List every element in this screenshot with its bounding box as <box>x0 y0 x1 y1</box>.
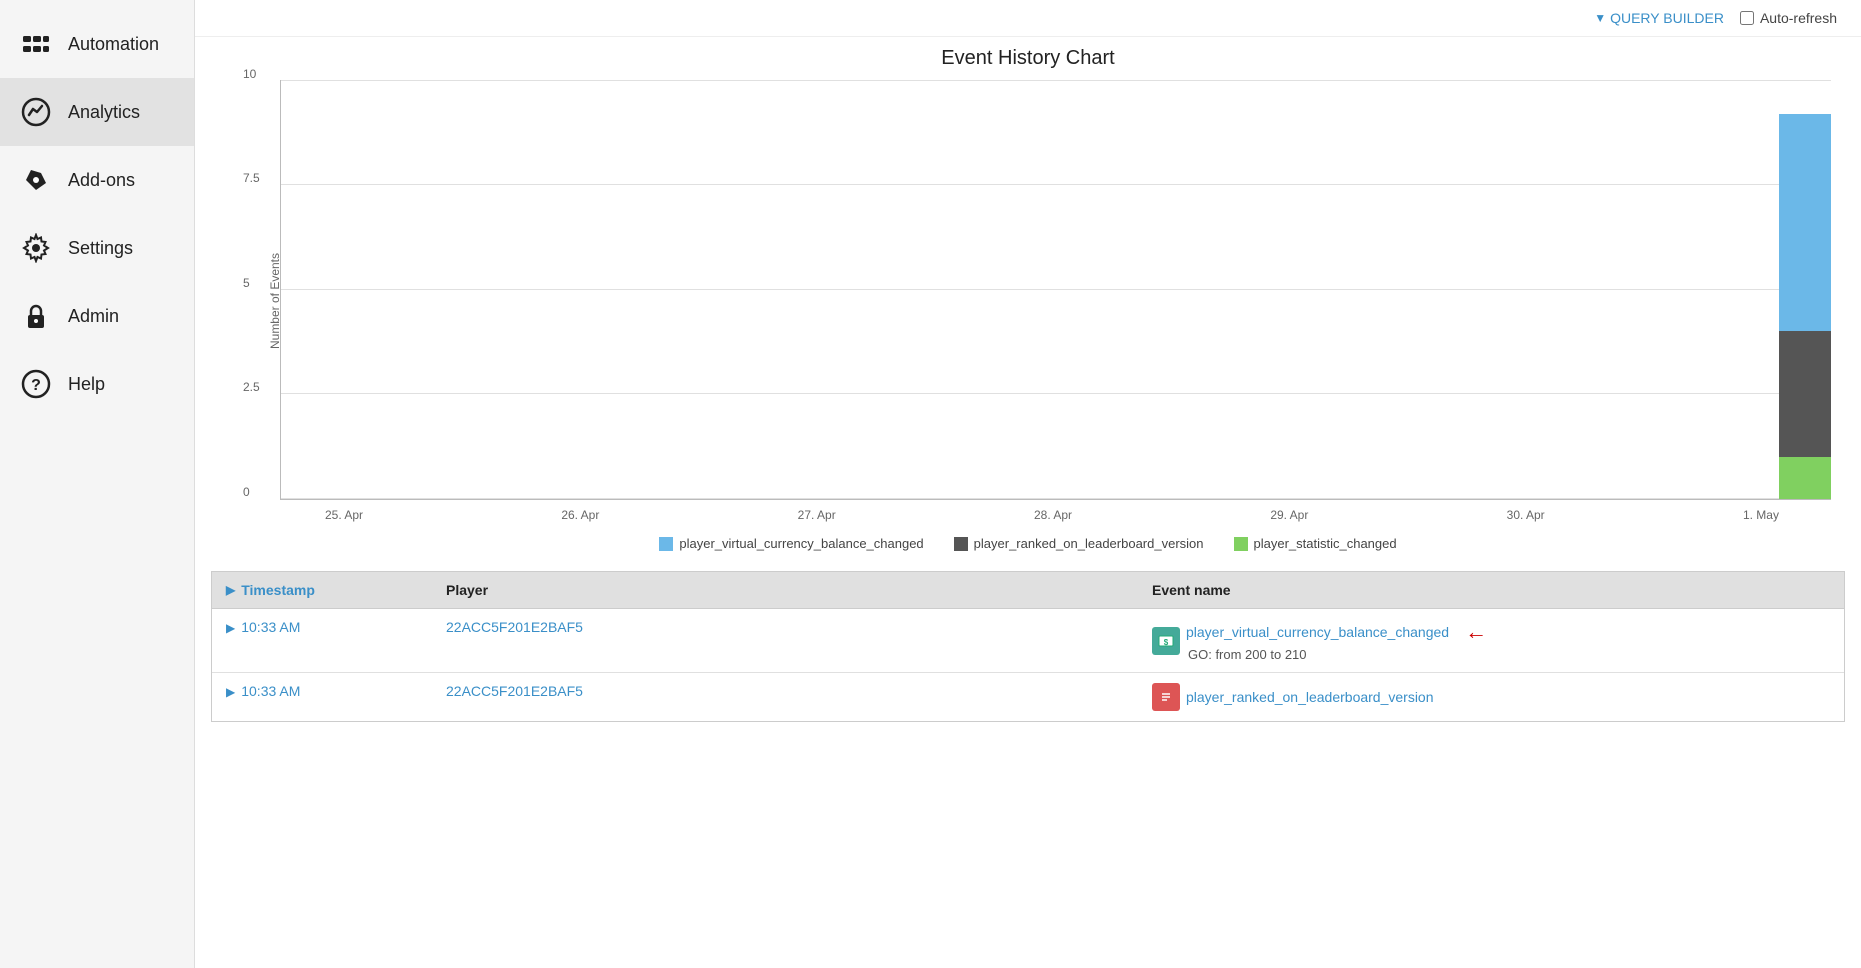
sort-arrow-timestamp: ▶ <box>226 583 235 597</box>
grid-line-25: 2.5 <box>281 393 1831 394</box>
x-label-apr30: 30. Apr <box>1507 508 1545 522</box>
y-tick-10: 10 <box>243 67 256 81</box>
event-icon-currency: $ <box>1152 627 1180 655</box>
sidebar-item-analytics[interactable]: Analytics <box>0 78 194 146</box>
analytics-icon <box>20 96 52 128</box>
expand-icon-0[interactable]: ▶ <box>226 621 235 635</box>
legend-item-dark: player_ranked_on_leaderboard_version <box>954 536 1204 551</box>
x-label-may1: 1. May <box>1743 508 1779 522</box>
help-icon: ? <box>20 368 52 400</box>
grid-line-0: 0 <box>281 498 1831 499</box>
chevron-down-icon: ▼ <box>1594 11 1606 25</box>
x-label-apr27: 27. Apr <box>798 508 836 522</box>
y-tick-50: 5 <box>243 276 250 290</box>
chart-container: Number of Events 10 7.5 5 2.5 <box>235 80 1831 522</box>
col-event-name-label: Event name <box>1152 582 1231 598</box>
legend-color-green <box>1234 537 1248 551</box>
chart-grid: 10 7.5 5 2.5 0 <box>280 80 1831 500</box>
sidebar-item-settings-label: Settings <box>68 238 133 259</box>
player-link-1[interactable]: 22ACC5F201E2BAF5 <box>446 683 583 699</box>
sidebar-item-help-label: Help <box>68 374 105 395</box>
table-row: ▶ 10:33 AM 22ACC5F201E2BAF5 player_ranke… <box>212 673 1844 721</box>
cell-event-1: player_ranked_on_leaderboard_version <box>1138 673 1844 721</box>
svg-text:$: $ <box>1164 638 1169 647</box>
x-label-apr29: 29. Apr <box>1270 508 1308 522</box>
query-builder-button[interactable]: ▼ QUERY BUILDER <box>1594 10 1724 26</box>
grid-line-50: 5 <box>281 289 1831 290</box>
sidebar-item-analytics-label: Analytics <box>68 102 140 123</box>
legend-color-dark <box>954 537 968 551</box>
legend-item-blue: player_virtual_currency_balance_changed <box>659 536 923 551</box>
expand-icon-1[interactable]: ▶ <box>226 685 235 699</box>
auto-refresh-checkbox[interactable] <box>1740 11 1754 25</box>
cell-player-1: 22ACC5F201E2BAF5 <box>432 673 1138 709</box>
x-label-apr28: 28. Apr <box>1034 508 1072 522</box>
auto-refresh-toggle[interactable]: Auto-refresh <box>1740 10 1837 26</box>
chart-legend: player_virtual_currency_balance_changed … <box>225 536 1831 551</box>
sidebar-item-automation-label: Automation <box>68 34 159 55</box>
event-name-link-1[interactable]: player_ranked_on_leaderboard_version <box>1186 689 1434 705</box>
y-tick-25: 2.5 <box>243 380 260 394</box>
timestamp-link-1[interactable]: 10:33 AM <box>241 683 300 699</box>
event-content-1: player_ranked_on_leaderboard_version <box>1186 689 1434 705</box>
query-builder-label: QUERY BUILDER <box>1610 10 1724 26</box>
col-player: Player <box>432 572 1138 608</box>
main-content: ▼ QUERY BUILDER Auto-refresh Event Histo… <box>195 0 1861 968</box>
red-arrow-icon: ← <box>1465 619 1487 645</box>
settings-icon <box>20 232 52 264</box>
auto-refresh-label: Auto-refresh <box>1760 10 1837 26</box>
cell-event-0: $ player_virtual_currency_balance_change… <box>1138 609 1844 672</box>
grid-line-75: 7.5 <box>281 184 1831 185</box>
cell-timestamp-0: ▶ 10:33 AM <box>212 609 432 645</box>
chart-title: Event History Chart <box>225 47 1831 70</box>
x-label-apr26: 26. Apr <box>561 508 599 522</box>
bar-dark <box>1779 331 1831 457</box>
event-icon-leaderboard <box>1152 683 1180 711</box>
legend-color-blue <box>659 537 673 551</box>
bar-blue <box>1779 114 1831 332</box>
bar-group-may1 <box>1779 80 1831 499</box>
sidebar-item-addons[interactable]: Add-ons <box>0 146 194 214</box>
sidebar-item-addons-label: Add-ons <box>68 170 135 191</box>
bar-green <box>1779 457 1831 499</box>
event-top-0: player_virtual_currency_balance_changed … <box>1186 619 1487 645</box>
timestamp-link-0[interactable]: 10:33 AM <box>241 619 300 635</box>
addons-icon <box>20 164 52 196</box>
sidebar-item-settings[interactable]: Settings <box>0 214 194 282</box>
x-label-apr25: 25. Apr <box>325 508 363 522</box>
event-table: ▶ Timestamp Player Event name ▶ 10:33 AM… <box>211 571 1845 722</box>
x-axis: 25. Apr 26. Apr 27. Apr 28. Apr 29. Apr … <box>325 504 1831 522</box>
event-name-link-0[interactable]: player_virtual_currency_balance_changed <box>1186 624 1449 640</box>
admin-icon <box>20 300 52 332</box>
svg-text:?: ? <box>31 377 41 394</box>
sidebar-item-automation[interactable]: Automation <box>0 10 194 78</box>
legend-item-green: player_statistic_changed <box>1234 536 1397 551</box>
topbar: ▼ QUERY BUILDER Auto-refresh <box>195 0 1861 37</box>
y-tick-0: 0 <box>243 485 250 499</box>
chart-section: Event History Chart Number of Events 10 … <box>195 37 1861 565</box>
col-event-name: Event name <box>1138 572 1844 608</box>
sidebar: Automation Analytics Add-ons Settings <box>0 0 195 968</box>
col-timestamp[interactable]: ▶ Timestamp <box>212 572 432 608</box>
col-player-label: Player <box>446 582 488 598</box>
chart-wrap: 10 7.5 5 2.5 0 <box>280 80 1831 522</box>
grid-line-10: 10 <box>281 80 1831 81</box>
table-row: ▶ 10:33 AM 22ACC5F201E2BAF5 $ player_vir… <box>212 609 1844 673</box>
automation-icon <box>20 28 52 60</box>
sidebar-item-help[interactable]: ? Help <box>0 350 194 418</box>
sidebar-item-admin-label: Admin <box>68 306 119 327</box>
table-header: ▶ Timestamp Player Event name <box>212 572 1844 609</box>
legend-label-green: player_statistic_changed <box>1254 536 1397 551</box>
col-timestamp-label: Timestamp <box>241 582 315 598</box>
event-detail-0: GO: from 200 to 210 <box>1186 647 1487 662</box>
sidebar-item-admin[interactable]: Admin <box>0 282 194 350</box>
event-content-0: player_virtual_currency_balance_changed … <box>1186 619 1487 662</box>
legend-label-blue: player_virtual_currency_balance_changed <box>679 536 923 551</box>
legend-label-dark: player_ranked_on_leaderboard_version <box>974 536 1204 551</box>
cell-timestamp-1: ▶ 10:33 AM <box>212 673 432 709</box>
cell-player-0: 22ACC5F201E2BAF5 <box>432 609 1138 645</box>
y-tick-75: 7.5 <box>243 171 260 185</box>
player-link-0[interactable]: 22ACC5F201E2BAF5 <box>446 619 583 635</box>
